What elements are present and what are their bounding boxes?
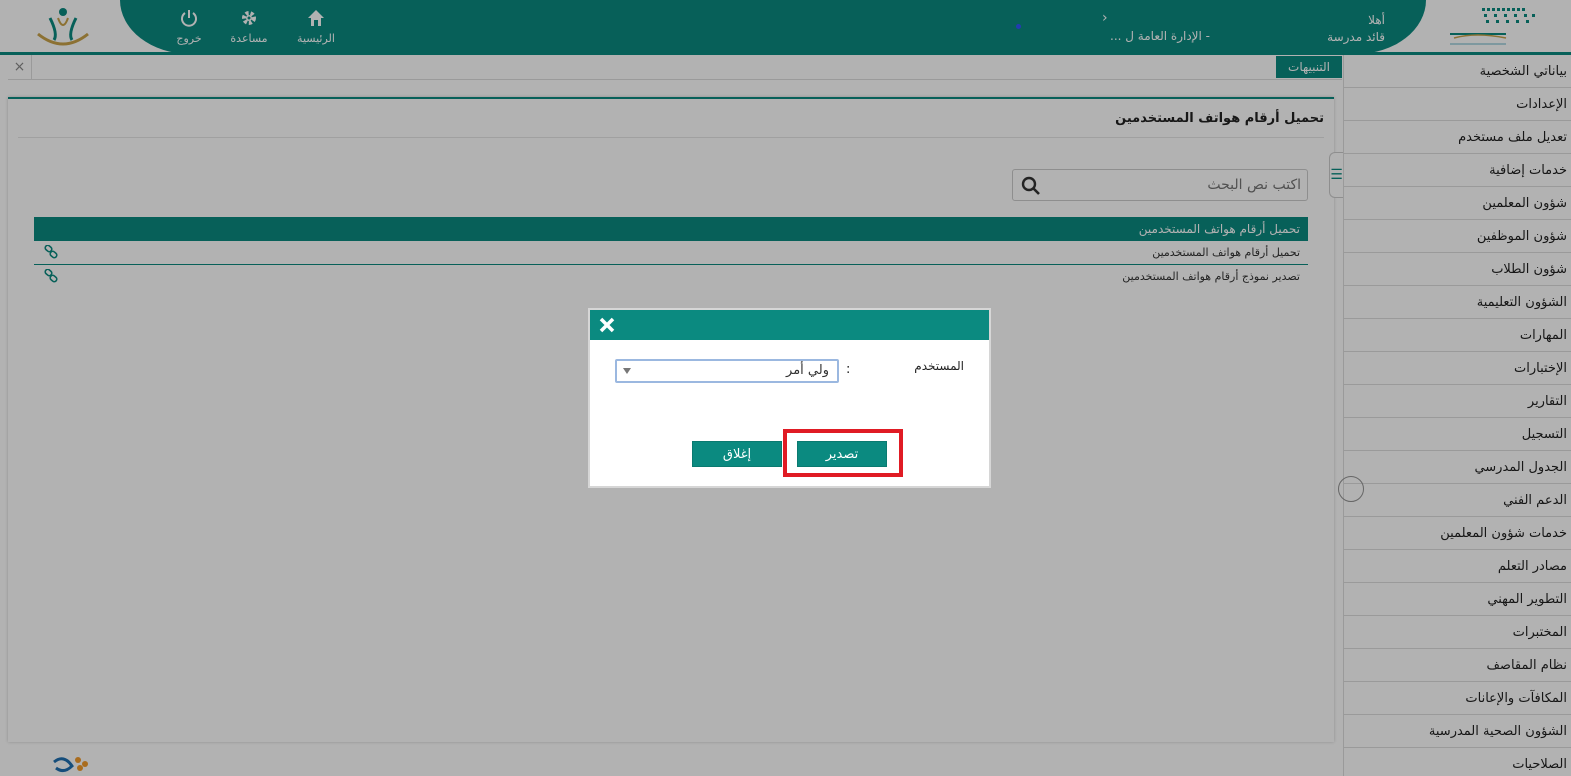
close-button[interactable]: إغلاق bbox=[692, 441, 782, 467]
user-type-select[interactable]: ولي أمر bbox=[615, 359, 839, 383]
export-dialog: المستخدم : ولي أمر تصدير إغلاق bbox=[588, 308, 991, 488]
selected-value: ولي أمر bbox=[786, 363, 829, 378]
close-icon[interactable] bbox=[598, 316, 616, 334]
field-colon: : bbox=[846, 362, 851, 377]
export-button[interactable]: تصدير bbox=[797, 441, 887, 467]
dropdown-arrow-icon bbox=[623, 368, 631, 374]
user-type-label: المستخدم bbox=[914, 359, 964, 373]
dialog-titlebar bbox=[590, 310, 989, 340]
cursor-indicator bbox=[1338, 476, 1364, 502]
